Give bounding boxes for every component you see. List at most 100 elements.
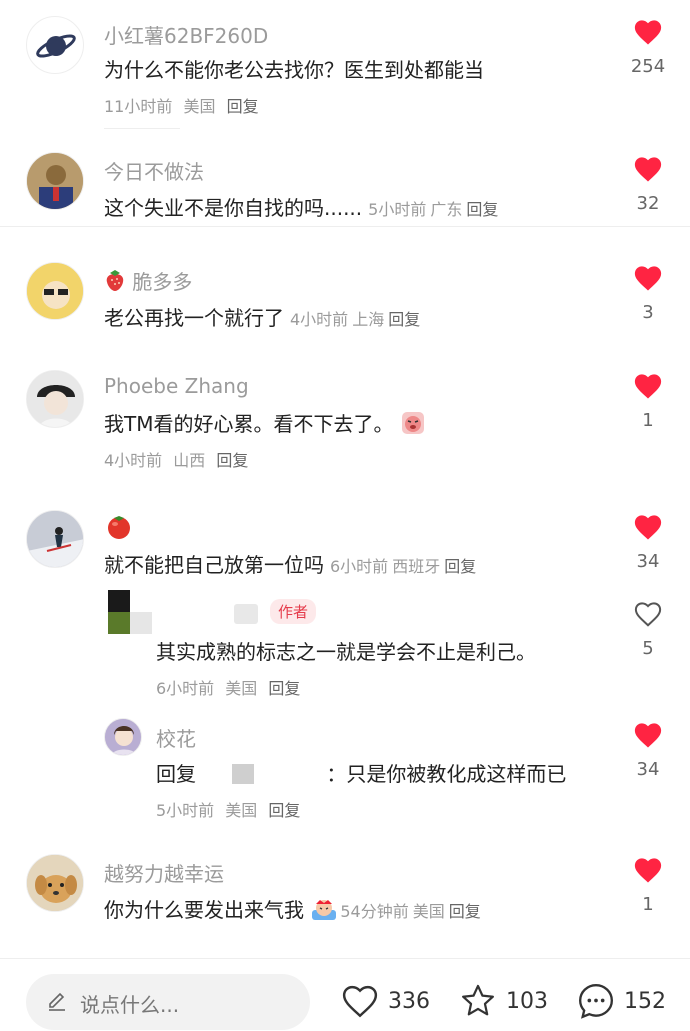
avatar[interactable] bbox=[108, 590, 152, 634]
reply-link[interactable]: 回复 bbox=[268, 679, 300, 698]
bottom-action-bar: 说点什么... 336 103 152 bbox=[0, 958, 690, 1031]
like-button[interactable]: 3 bbox=[622, 264, 674, 323]
comment-username[interactable]: 作者 bbox=[262, 598, 317, 624]
comment-username[interactable]: 小红薯62BF260D bbox=[104, 20, 268, 49]
reply-link[interactable]: 回复 bbox=[216, 451, 248, 470]
like-count: 34 bbox=[636, 759, 660, 780]
comment-text[interactable]: 其实成熟的标志之一就是学会不止是利己。 bbox=[156, 636, 536, 665]
comment-post-button[interactable]: 152 bbox=[576, 981, 666, 1021]
reply-link[interactable]: 回复 bbox=[268, 801, 300, 820]
angry-emoji-icon bbox=[310, 896, 338, 922]
like-button[interactable]: 32 bbox=[622, 155, 674, 214]
heart-filled-icon bbox=[634, 723, 662, 748]
divider bbox=[0, 226, 690, 227]
avatar-image bbox=[27, 153, 83, 209]
comment-text[interactable]: 回复 ：只是你被教化成这样而已 bbox=[156, 758, 566, 787]
comment-time: 6小时前 bbox=[330, 557, 389, 576]
comment-time: 11小时前 bbox=[104, 97, 173, 116]
avatar[interactable] bbox=[26, 854, 84, 912]
avatar-image bbox=[27, 263, 83, 319]
comment-text[interactable]: 这个失业不是你自找的吗...... 5小时前 广东 回复 bbox=[104, 192, 502, 221]
heart-filled-icon bbox=[634, 515, 662, 540]
comment-location: 美国 bbox=[183, 97, 216, 116]
avatar[interactable] bbox=[26, 370, 84, 428]
avatar[interactable] bbox=[26, 262, 84, 320]
post-star-count: 103 bbox=[506, 988, 548, 1014]
post-comment-count: 152 bbox=[624, 988, 666, 1014]
heart-filled-icon bbox=[634, 858, 662, 883]
comment-username-text: 脆多多 bbox=[132, 270, 193, 294]
planet-icon bbox=[36, 34, 76, 58]
avatar-image bbox=[105, 719, 141, 755]
comment-username[interactable]: 脆多多 bbox=[104, 266, 192, 295]
comment-time: 4小时前 bbox=[290, 310, 349, 329]
post-like-count: 336 bbox=[388, 988, 430, 1014]
reply-link[interactable]: 回复 bbox=[227, 97, 259, 116]
comment-username[interactable]: Phoebe Zhang bbox=[104, 374, 249, 398]
comment-location: 美国 bbox=[225, 801, 258, 820]
comment-text-body: 我TM看的好心累。看不下去了。 bbox=[104, 412, 394, 436]
like-button[interactable]: 5 bbox=[622, 600, 674, 659]
comment-location: 美国 bbox=[412, 902, 445, 921]
star-outline-icon bbox=[462, 984, 494, 1016]
like-count: 1 bbox=[642, 894, 654, 915]
avatar[interactable] bbox=[26, 16, 84, 74]
like-count: 1 bbox=[642, 410, 654, 431]
like-count: 254 bbox=[630, 56, 666, 77]
comment-time: 5小时前 bbox=[368, 200, 427, 219]
comment-text[interactable]: 就不能把自己放第一位吗 6小时前 西班牙 回复 bbox=[104, 549, 480, 578]
comment-text[interactable]: 为什么不能你老公去找你？医生到处都能当 bbox=[104, 54, 484, 83]
heart-filled-icon bbox=[634, 20, 662, 45]
comment-input-placeholder: 说点什么... bbox=[80, 993, 180, 1017]
comment-text-body: ：只是你被教化成这样而已 bbox=[326, 762, 567, 786]
like-count: 5 bbox=[642, 638, 654, 659]
comment-time: 4小时前 bbox=[104, 451, 163, 470]
heart-outline-icon bbox=[634, 602, 662, 627]
avatar-image bbox=[108, 590, 152, 634]
star-post-button[interactable]: 103 bbox=[458, 981, 548, 1021]
like-count: 32 bbox=[636, 193, 660, 214]
like-post-button[interactable]: 336 bbox=[340, 981, 430, 1021]
avatar[interactable] bbox=[104, 718, 142, 756]
comment-meta: 5小时前 广东 回复 bbox=[368, 200, 502, 219]
pencil-icon bbox=[49, 992, 65, 1011]
comment-username[interactable]: 校花 bbox=[156, 723, 196, 752]
comment-username[interactable]: 今日不做法 bbox=[104, 156, 204, 185]
comment-location: 美国 bbox=[225, 679, 258, 698]
reply-prefix: 回复 bbox=[156, 762, 196, 786]
comment-text-body: 老公再找一个就行了 bbox=[104, 306, 284, 330]
like-button[interactable]: 1 bbox=[622, 372, 674, 431]
like-count: 3 bbox=[642, 302, 654, 323]
crying-emoji-icon bbox=[400, 410, 426, 436]
comment-meta: 5小时前 美国 回复 bbox=[156, 797, 306, 821]
comment-time: 54分钟前 bbox=[340, 902, 409, 921]
comment-time: 5小时前 bbox=[156, 801, 215, 820]
reply-link[interactable]: 回复 bbox=[466, 200, 498, 219]
comment-time: 6小时前 bbox=[156, 679, 215, 698]
comment-text[interactable]: 你为什么要发出来气我 54分钟前 美国 回复 bbox=[104, 894, 485, 923]
comment-text[interactable]: 我TM看的好心累。看不下去了。 bbox=[104, 408, 426, 437]
avatar[interactable] bbox=[26, 152, 84, 210]
divider bbox=[104, 128, 180, 129]
reply-link[interactable]: 回复 bbox=[449, 902, 481, 921]
like-button[interactable]: 1 bbox=[622, 856, 674, 915]
avatar-image bbox=[27, 511, 83, 567]
comment-text-body: 这个失业不是你自找的吗...... bbox=[104, 196, 363, 220]
heart-filled-icon bbox=[634, 266, 662, 291]
comment-location: 上海 bbox=[352, 310, 385, 329]
comment-username[interactable] bbox=[104, 512, 134, 545]
avatar[interactable] bbox=[26, 510, 84, 568]
reply-link[interactable]: 回复 bbox=[444, 557, 476, 576]
comment-input[interactable]: 说点什么... bbox=[26, 974, 310, 1030]
comment-meta: 11小时前 美国 回复 bbox=[104, 93, 265, 117]
heart-outline-icon bbox=[342, 985, 378, 1018]
like-button[interactable]: 254 bbox=[622, 18, 674, 77]
comment-username[interactable]: 越努力越幸运 bbox=[104, 858, 224, 887]
avatar-image bbox=[27, 855, 83, 911]
comment-text[interactable]: 老公再找一个就行了 4小时前 上海 回复 bbox=[104, 302, 424, 331]
tomato-icon bbox=[104, 512, 134, 540]
reply-link[interactable]: 回复 bbox=[388, 310, 420, 329]
comment-text-body: 就不能把自己放第一位吗 bbox=[104, 553, 324, 577]
like-button[interactable]: 34 bbox=[622, 721, 674, 780]
like-button[interactable]: 34 bbox=[622, 513, 674, 572]
